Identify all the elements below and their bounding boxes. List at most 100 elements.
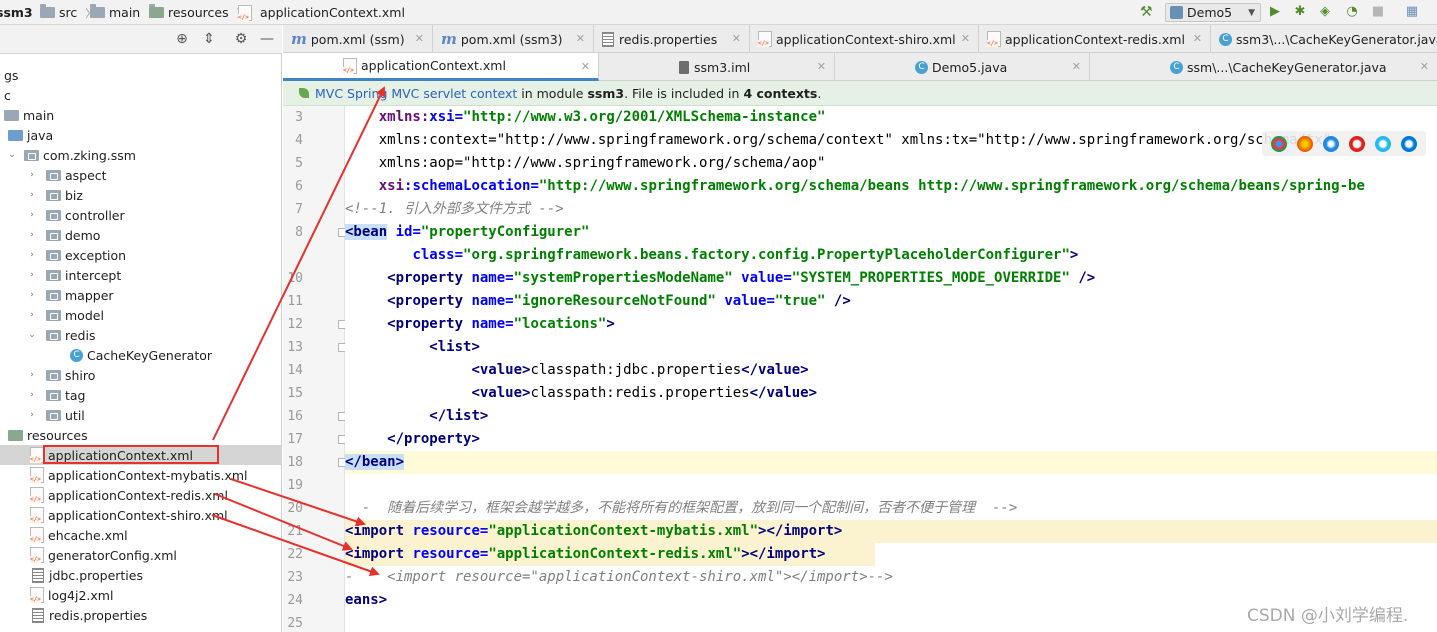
tree-item-gs[interactable]: gs [0,65,281,85]
close-icon[interactable]: ✕ [1193,32,1202,45]
tab-ssm3-iml[interactable]: ssm3.iml ✕ [599,53,835,81]
tab-applicationcontext-redis[interactable]: applicationContext-redis.xml ✕ [979,25,1211,53]
collapse-all-icon[interactable]: ⇕ [201,31,217,47]
tree-item-exception[interactable]: › exception [0,245,281,265]
close-icon[interactable]: ✕ [732,32,741,45]
debug-icon[interactable]: ✱ [1292,4,1308,20]
code-line-7: <!--1. 引入外部多文件方式 --> [345,198,1437,221]
banner-text: . [817,85,822,101]
locate-icon[interactable]: ⊕ [174,31,190,47]
close-icon[interactable]: ✕ [1072,60,1081,73]
tab-redis-properties[interactable]: redis.properties ✕ [594,25,750,53]
tree-item-demo[interactable]: › demo [0,225,281,245]
close-icon[interactable]: ✕ [817,60,826,73]
close-icon[interactable]: ✕ [576,32,585,45]
line-number: 17 [287,432,303,447]
code-token: <value> [471,385,531,401]
tree-item-jdbc-properties[interactable]: jdbc.properties [0,565,281,585]
close-icon[interactable]: ✕ [1420,60,1429,73]
project-tool-header: ⊕ ⇕ ⚙ — [0,25,282,54]
tab-ssm3-cachekeygenerator[interactable]: Cssm3\...\CacheKeyGenerator.java [1211,25,1437,53]
internet-explorer-icon[interactable] [1375,135,1391,152]
code-comment: <!--1. 引入外部多文件方式 --> [345,201,564,217]
edge-icon[interactable] [1401,135,1417,152]
run-icon[interactable]: ▶ [1267,4,1283,20]
resources-folder-icon [8,429,23,441]
code-token: </value> [741,362,809,378]
tree-item-resources[interactable]: resources [0,425,281,445]
stop-icon[interactable]: ■ [1370,4,1386,20]
tree-item-java[interactable]: java [0,125,281,145]
banner-contexts-link[interactable]: 4 contexts [743,86,817,101]
tab-applicationcontext-shiro[interactable]: applicationContext-shiro.xml ✕ [750,25,979,53]
code-line-23: - <import resource="applicationContext-s… [345,566,1437,589]
chevron-right-icon: › [30,410,34,420]
close-icon[interactable]: ✕ [581,60,590,73]
breadcrumb-src[interactable]: src〉 [40,4,96,21]
coverage-icon[interactable]: ◈ [1317,4,1333,20]
code-token: <value> [471,362,531,378]
tree-item-main[interactable]: ⌄main [0,105,281,125]
code-token: "applicationContext-mybatis.xml" [488,523,759,539]
tree-label: demo [65,227,101,243]
code-token: xmlns:aop="http://www.springframework.or… [378,155,826,171]
tree-item-redis[interactable]: ⌄ redis [0,325,281,345]
code-token: > [606,316,615,332]
line-number: 13 [287,340,303,355]
opera-icon[interactable] [1349,135,1365,152]
xml-file-icon [30,487,44,503]
tree-item-log4j2-xml[interactable]: log4j2.xml [0,585,281,605]
chrome-icon[interactable] [1271,135,1287,152]
tab-demo5-java[interactable]: C Demo5.java ✕ [835,53,1090,81]
line-number: 14 [287,363,303,378]
tree-item-model[interactable]: › model [0,305,281,325]
gear-icon[interactable]: ⚙ [233,31,249,47]
line-number: 12 [287,317,303,332]
tree-item-biz[interactable]: › biz [0,185,281,205]
breadcrumb-file[interactable]: applicationContext.xml [238,4,405,21]
tree-label: mapper [65,287,114,303]
code-token: name= [463,293,514,309]
tree-item-c[interactable]: c [0,85,281,105]
firefox-icon[interactable] [1297,135,1313,152]
spring-context-link[interactable]: MVC Spring MVC servlet context [315,86,517,101]
tree-item-com-zking-ssm[interactable]: ⌄ com.zking.ssm [0,145,281,165]
tree-item-tag[interactable]: › tag [0,385,281,405]
tree-item-cachekeygenerator[interactable]: C CacheKeyGenerator [0,345,281,365]
line-number: 15 [287,386,303,401]
tab-label: pom.xml (ssm3) [460,31,563,47]
profile-icon[interactable]: ◔ [1344,4,1360,20]
tab-pom-xml-ssm[interactable]: m pom.xml (ssm) ✕ [283,25,433,53]
tree-item-util[interactable]: › util [0,405,281,425]
tree-item-controller[interactable]: › controller [0,205,281,225]
run-configuration-select[interactable]: Demo5 ▼ [1165,3,1261,22]
editor-tabs-row-2: applicationContext.xml ✕ ssm3.iml ✕ C Demo5… [283,53,1437,81]
close-icon[interactable]: ✕ [961,32,970,45]
line-number: 25 [287,616,303,631]
tree-item-aspect[interactable]: › aspect [0,165,281,185]
xml-file-icon [238,4,252,21]
tree-item-ehcache-xml[interactable]: ehcache.xml [0,525,281,545]
xml-file-icon [343,57,357,74]
tab-ssm-cachekeygenerator[interactable]: Cssm\...\CacheKeyGenerator.java ✕ [1090,53,1437,81]
breadcrumb-resources[interactable]: resources〉 [149,4,248,21]
code-token: xsi [378,178,405,194]
safari-icon[interactable] [1323,135,1339,152]
xml-file-icon [30,527,44,543]
project-structure-icon[interactable]: ▦ [1404,4,1420,20]
close-icon[interactable]: ✕ [415,32,424,45]
code-token: <import [345,546,405,562]
tab-pom-xml-ssm3[interactable]: m pom.xml (ssm3) ✕ [433,25,594,53]
tree-item-applicationcontext-shiro-xml[interactable]: applicationContext-shiro.xml [0,505,281,525]
tree-item-generatorconfig-xml[interactable]: generatorConfig.xml [0,545,281,565]
tree-item-applicationcontext-redis-xml[interactable]: applicationContext-redis.xml [0,485,281,505]
tree-item-redis-properties[interactable]: redis.properties [0,605,281,625]
tree-item-intercept[interactable]: › intercept [0,265,281,285]
tab-applicationcontext-xml[interactable]: applicationContext.xml ✕ [283,53,599,81]
tree-item-mapper[interactable]: › mapper [0,285,281,305]
code-editor[interactable]: xmlns:xsi="http://www.w3.org/2001/XMLSch… [345,106,1437,632]
tree-item-applicationcontext-mybatis-xml[interactable]: applicationContext-mybatis.xml [0,465,281,485]
hide-icon[interactable]: — [259,31,275,47]
build-hammer-icon[interactable]: ⚒ [1140,4,1158,21]
tree-item-shiro[interactable]: › shiro [0,365,281,385]
